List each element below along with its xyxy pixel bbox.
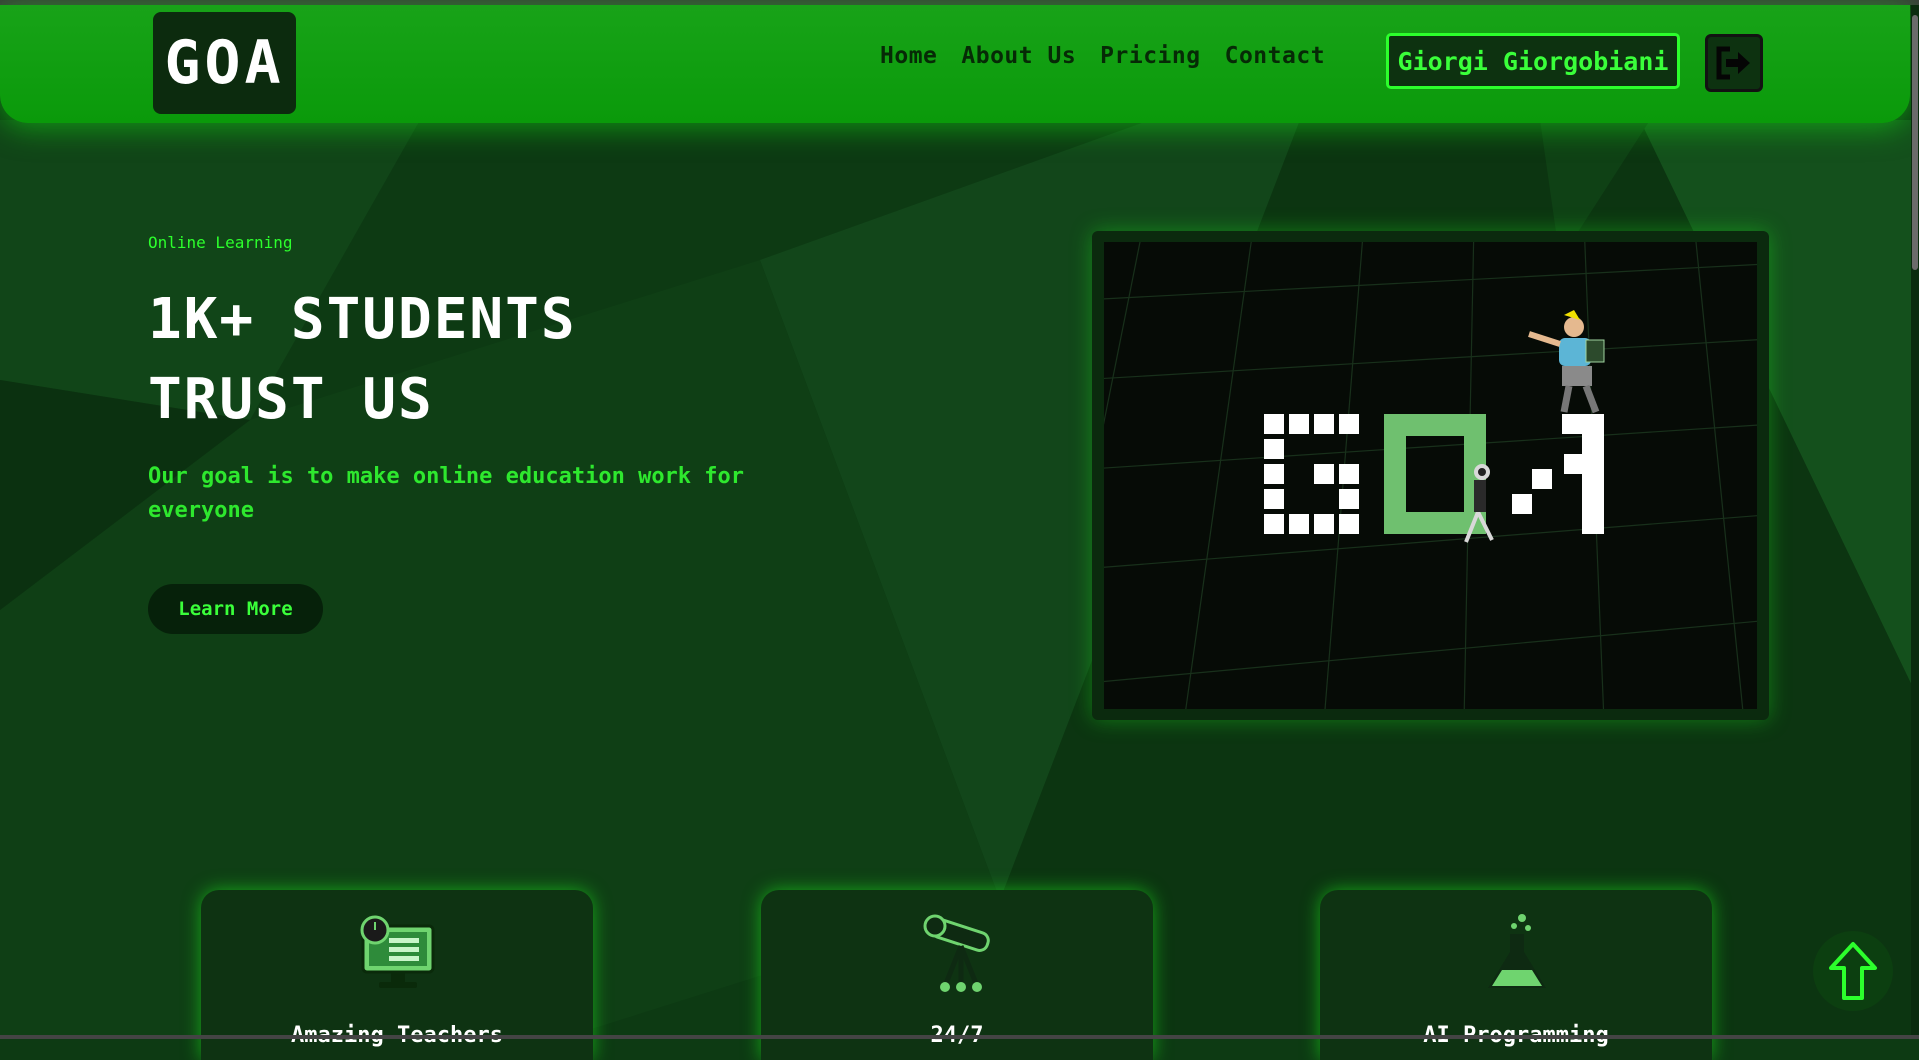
monitor-checklist-icon [360,915,435,988]
hero-title: 1K+ STUDENTS TRUST US [148,280,768,440]
nav-about-us[interactable]: About Us [961,43,1076,69]
logout-button[interactable] [1705,34,1763,92]
site-header: GOA Home About Us Pricing Contact Giorgi… [0,5,1910,123]
hero-image [1104,242,1757,709]
window-bottom-edge [0,1035,1919,1039]
scrollbar-thumb[interactable] [1912,15,1918,270]
main-nav: Home About Us Pricing Contact [880,43,1325,69]
scroll-to-top-button[interactable] [1813,931,1893,1011]
nav-home[interactable]: Home [880,43,937,69]
flask-icon [1488,914,1546,988]
hero-image-frame [1092,231,1769,720]
logout-icon [1716,46,1750,80]
nav-contact[interactable]: Contact [1225,43,1325,69]
user-profile-button[interactable]: Giorgi Giorgobiani [1386,33,1680,89]
arrow-up-icon [1829,942,1877,1000]
page-scrollbar[interactable] [1911,5,1919,1039]
site-logo[interactable]: GOA [153,12,296,114]
hero-subtitle: Our goal is to make online education wor… [148,464,745,523]
hero-title-line-1: 1K+ STUDENTS [148,287,577,352]
hero-eyebrow: Online Learning [148,233,293,252]
learn-more-button[interactable]: Learn More [148,584,323,634]
telescope-icon [923,914,990,992]
nav-pricing[interactable]: Pricing [1100,43,1200,69]
hero-title-line-2: TRUST US [148,367,434,432]
